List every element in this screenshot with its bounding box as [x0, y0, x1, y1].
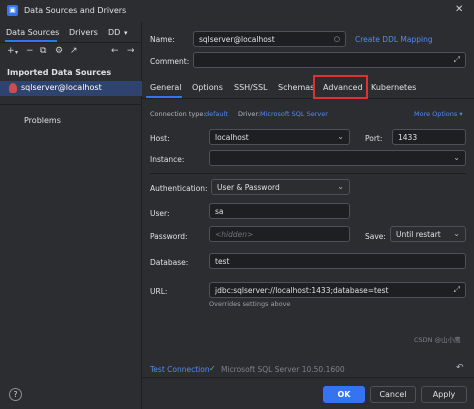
more-options-link[interactable]: More Options ▾	[414, 110, 463, 118]
open-icon[interactable]: ↗	[70, 46, 78, 56]
user-label: User:	[150, 209, 170, 218]
forward-arrow-icon[interactable]: →	[127, 46, 135, 56]
port-label: Port:	[365, 134, 383, 143]
tab-schemas[interactable]: Schemas	[278, 83, 314, 92]
cancel-button[interactable]: Cancel	[370, 386, 416, 403]
copy-icon[interactable]: ⧉	[40, 46, 46, 56]
section-label-imported: Imported Data Sources	[7, 68, 112, 77]
window-title: Data Sources and Drivers	[24, 6, 127, 15]
divider	[150, 173, 466, 174]
save-value: Until restart	[396, 230, 441, 239]
expand-icon: ⤢	[453, 285, 460, 294]
password-label: Password:	[150, 232, 188, 241]
divider	[0, 42, 142, 43]
tab-kubernetes[interactable]: Kubernetes	[371, 83, 416, 92]
undo-icon[interactable]: ↶	[456, 363, 464, 373]
chevron-down-icon: ⌄	[453, 153, 460, 162]
app-logo-icon: ▣	[7, 5, 18, 16]
check-icon: ✓	[209, 364, 216, 373]
comment-input[interactable]: ⤢	[193, 52, 466, 68]
test-status-text: Microsoft SQL Server 10.50.1600	[221, 365, 345, 374]
name-label: Name:	[150, 35, 175, 44]
advanced-highlight-box	[313, 75, 368, 99]
authentication-label: Authentication:	[150, 184, 208, 193]
close-icon[interactable]: ✕	[455, 4, 463, 15]
tab-drivers[interactable]: Drivers	[69, 28, 98, 37]
remove-icon[interactable]: −	[26, 46, 34, 56]
authentication-value: User & Password	[217, 183, 280, 192]
port-input[interactable]: 1433	[392, 129, 466, 145]
test-connection-link[interactable]: Test Connection	[150, 365, 210, 374]
host-input[interactable]: localhost ⌄	[209, 129, 350, 145]
name-value: sqlserver@localhost	[199, 35, 275, 44]
datasource-label: sqlserver@localhost	[21, 83, 102, 92]
divider	[142, 98, 474, 99]
connection-type-value[interactable]: default	[205, 110, 228, 118]
chevron-down-icon: ⌄	[453, 229, 460, 238]
save-label: Save:	[365, 232, 386, 241]
chevron-down-icon[interactable]: ▾	[124, 29, 128, 37]
chevron-down-icon: ⌄	[337, 132, 344, 141]
divider	[142, 377, 474, 378]
datasource-item[interactable]: sqlserver@localhost	[0, 81, 142, 96]
database-label: Database:	[150, 258, 189, 267]
expand-icon: ⤢	[453, 55, 460, 64]
back-arrow-icon[interactable]: ←	[111, 46, 119, 56]
add-icon[interactable]: +	[7, 46, 15, 56]
watermark-text: CSDN @山小鹰	[414, 336, 461, 344]
tab-options[interactable]: Options	[192, 83, 223, 92]
chevron-down-icon[interactable]: ▾	[15, 49, 18, 56]
database-input[interactable]: test	[209, 253, 466, 269]
host-value: localhost	[215, 133, 249, 142]
url-note: Overrides settings above	[209, 300, 291, 308]
tab-data-sources[interactable]: Data Sources	[6, 28, 59, 37]
divider	[0, 104, 142, 105]
tab-ssh-ssl[interactable]: SSH/SSL	[234, 83, 267, 92]
problems-item[interactable]: Problems	[24, 116, 61, 125]
url-value: jdbc:sqlserver://localhost:1433;database…	[215, 286, 389, 295]
chevron-down-icon: ⌄	[337, 182, 344, 191]
authentication-select[interactable]: User & Password ⌄	[211, 179, 350, 195]
apply-button[interactable]: Apply	[421, 386, 467, 403]
host-label: Host:	[150, 134, 170, 143]
save-select[interactable]: Until restart ⌄	[390, 226, 466, 242]
help-icon[interactable]: ?	[9, 388, 22, 401]
ok-button[interactable]: OK	[323, 386, 365, 403]
driver-value[interactable]: Microsoft SQL Server	[260, 110, 328, 118]
sqlserver-icon	[9, 83, 17, 93]
driver-label: Driver:	[238, 110, 261, 118]
instance-input[interactable]: ⌄	[209, 150, 466, 166]
circle-icon: ○	[333, 35, 340, 43]
instance-label: Instance:	[150, 155, 185, 164]
tab-general[interactable]: General	[150, 83, 182, 92]
password-input[interactable]: <hidden>	[209, 226, 350, 242]
name-input[interactable]: sqlserver@localhost ○	[193, 31, 346, 47]
tab-ddl[interactable]: DD	[108, 28, 120, 37]
create-ddl-link[interactable]: Create DDL Mapping	[355, 35, 433, 44]
settings-icon[interactable]: ⚙	[55, 46, 63, 56]
connection-type-label: Connection type:	[150, 110, 206, 118]
comment-label: Comment:	[150, 57, 190, 66]
url-label: URL:	[150, 287, 168, 296]
user-input[interactable]: sa	[209, 203, 350, 219]
url-input[interactable]: jdbc:sqlserver://localhost:1433;database…	[209, 282, 466, 298]
